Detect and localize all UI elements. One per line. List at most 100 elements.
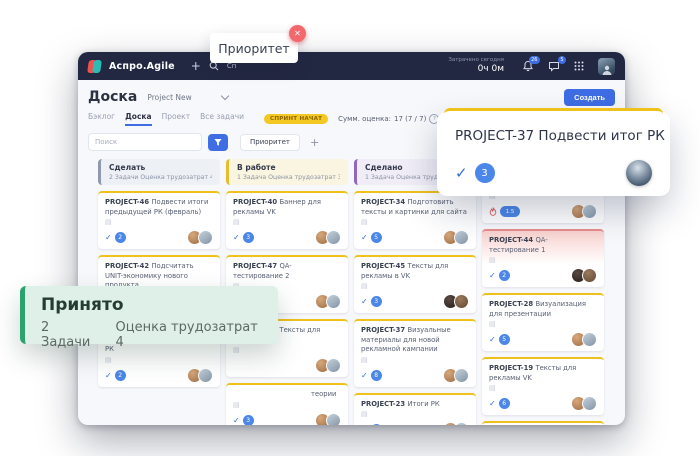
assignee-avatar [582,396,597,412]
estimate-badge: 5 [370,232,382,244]
tab-Доска[interactable]: Доска [125,112,152,126]
estimate-badge: 6 [498,398,510,410]
assignee-avatar [582,268,597,284]
chevron-down-icon[interactable] [220,91,229,101]
check-icon: ✓ [105,370,112,380]
sprint-status-badge: СПРИНТ НАЧАТ [264,113,329,124]
estimate-badge: 3 [242,232,254,244]
description-icon: ▤ [233,400,240,409]
screenshot-stage: Аспро.Agile + Сп Затрачено сегодня 0ч 0м… [0,0,700,456]
floating-card-title: PROJECT-37 Подвести итог РК [455,128,665,144]
assignee-avatars [315,358,341,374]
column-title: Сделать [109,163,146,172]
nav-item-partial[interactable]: Сп [227,62,236,70]
check-icon: ✓ [489,335,496,345]
task-card-title: PROJECT-44 QA-тестирование 1 [489,236,548,254]
accepted-tasks-count: 2 Задачи [41,320,91,350]
check-icon: ✓ [233,415,240,425]
assignee-avatar [626,160,652,186]
assignee-avatar [454,367,469,383]
priority-tooltip: Приоритет ✕ [210,25,306,63]
accepted-estimate: Оценка трудозатрат 4 [115,320,258,350]
task-card[interactable]: PROJECT-44 QA-тестирование 1 ▤ ✓ 2 [482,229,604,288]
app-logo-icon [87,59,102,73]
assignee-avatars [443,422,469,425]
column-header: Сделать 2 Задачи Оценка трудозатрат 4 [98,159,220,185]
task-card[interactable]: PROJECT-23 Итоги РК▤✓6 [354,392,476,425]
description-icon: ▤ [361,218,368,227]
deadline-fire-icon [489,207,497,216]
assignee-avatars [187,367,213,383]
estimate-badge: 1.5 [500,206,520,217]
column-header: В работе 1 Задача Оценка трудозатрат 3 [226,159,348,185]
close-icon[interactable]: ✕ [289,25,306,42]
check-icon: ✓ [233,233,240,243]
create-button[interactable]: Создать [564,88,615,106]
accepted-column-panel: Принято 2 Задачи Оценка трудозатрат 4 [20,286,278,350]
search-input[interactable] [88,133,202,151]
user-avatar[interactable] [598,57,615,75]
task-card[interactable]: PROJECT-19 Тексты для рекламы VK ▤ ✓ 6 [482,357,604,416]
task-card[interactable]: PROJECT-28 Визуализация для презентации ▤… [482,293,604,352]
check-icon: ✓ [489,271,496,281]
check-icon: ✓ [105,233,112,243]
add-filter-button[interactable]: + [310,137,319,148]
filter-button[interactable] [208,133,228,151]
description-icon: ▤ [361,282,368,291]
assignee-avatars [571,396,597,412]
assignee-avatars [443,230,469,246]
assignee-avatar [326,294,341,310]
task-card-title: PROJECT-23 Итоги РК [361,399,440,408]
assignee-avatar [454,294,469,310]
check-icon: ✓ [361,233,368,243]
assignee-avatars [315,294,341,310]
board-column: ▤ 1.5 PROJECT-44 QA-тестирование 1 ▤ ✓ 2 PROJE… [482,159,604,425]
assignee-avatars [315,412,341,425]
time-tracked-label: Затрачено сегодня [448,56,504,63]
task-card[interactable]: PROJECT-16 Подвести итоги РК▤ [482,421,604,425]
assignee-avatar [582,204,597,219]
task-card[interactable]: PROJECT-46 Подвести итоги предыдущей РК … [98,191,220,250]
task-card[interactable]: теории ▤ ✓ 3 [226,383,348,425]
task-card[interactable]: PROJECT-40 Баннер для рекламы VK ▤ ✓ 3 [226,191,348,250]
messages-icon[interactable]: 5 [548,56,566,72]
task-card[interactable]: PROJECT-37 Визуальные материалы для ново… [354,319,476,387]
check-icon: ✓ [361,370,368,380]
assignee-avatars [443,367,469,383]
estimate-badge: 3 [242,414,254,425]
tab-Все задачи[interactable]: Все задачи [200,112,244,126]
description-icon: ▤ [489,384,496,393]
estimate-badge: 8 [370,369,382,381]
card-behind-edge [444,108,663,123]
app-header: Аспро.Agile + Сп Затрачено сегодня 0ч 0м… [78,52,625,80]
task-card-title: PROJECT-46 Подвести итоги предыдущей РК … [105,198,209,216]
column-subtitle: 2 Задачи Оценка трудозатрат 4 [109,174,212,181]
estimate-badge: 2 [114,232,126,244]
add-icon[interactable]: + [191,60,201,72]
score-summary: Сумм. оценка: 17 (7 / 7) ? [338,113,440,124]
task-card[interactable]: PROJECT-34 Подготовить тексты и картинки… [354,191,476,250]
floating-task-card[interactable]: PROJECT-37 Подвести итог РК ✓ 3 [437,108,670,196]
assignee-avatar [198,230,213,246]
task-card-title: PROJECT-34 Подготовить тексты и картинки… [361,198,467,216]
assignee-avatars [315,230,341,246]
app-name: Аспро.Agile [109,60,175,72]
filter-chip-priority[interactable]: Приоритет [240,133,300,151]
notifications-bell-icon[interactable]: 26 [522,56,540,72]
tab-Проект[interactable]: Проект [162,112,191,126]
task-card[interactable]: PROJECT-45 Тексты для рекламы в VK ▤ ✓ 3 [354,255,476,314]
assignee-avatar [326,358,341,374]
estimate-badge: 2 [498,270,510,282]
apps-grid-icon[interactable] [574,61,584,71]
tab-Бэклог[interactable]: Бэклог [88,112,115,126]
estimate-badge: 5 [498,334,510,346]
assignee-avatar [326,230,341,246]
task-card-title: PROJECT-28 Визуализация для презентации [489,300,586,318]
estimate-badge: 3 [474,163,495,183]
estimate-badge: 6 [370,424,382,425]
project-selector[interactable]: Project New [147,93,191,102]
check-icon: ✓ [455,164,468,182]
task-card-title: PROJECT-40 Баннер для рекламы VK [233,198,321,216]
assignee-avatars [187,230,213,246]
assignee-avatars [571,204,597,219]
